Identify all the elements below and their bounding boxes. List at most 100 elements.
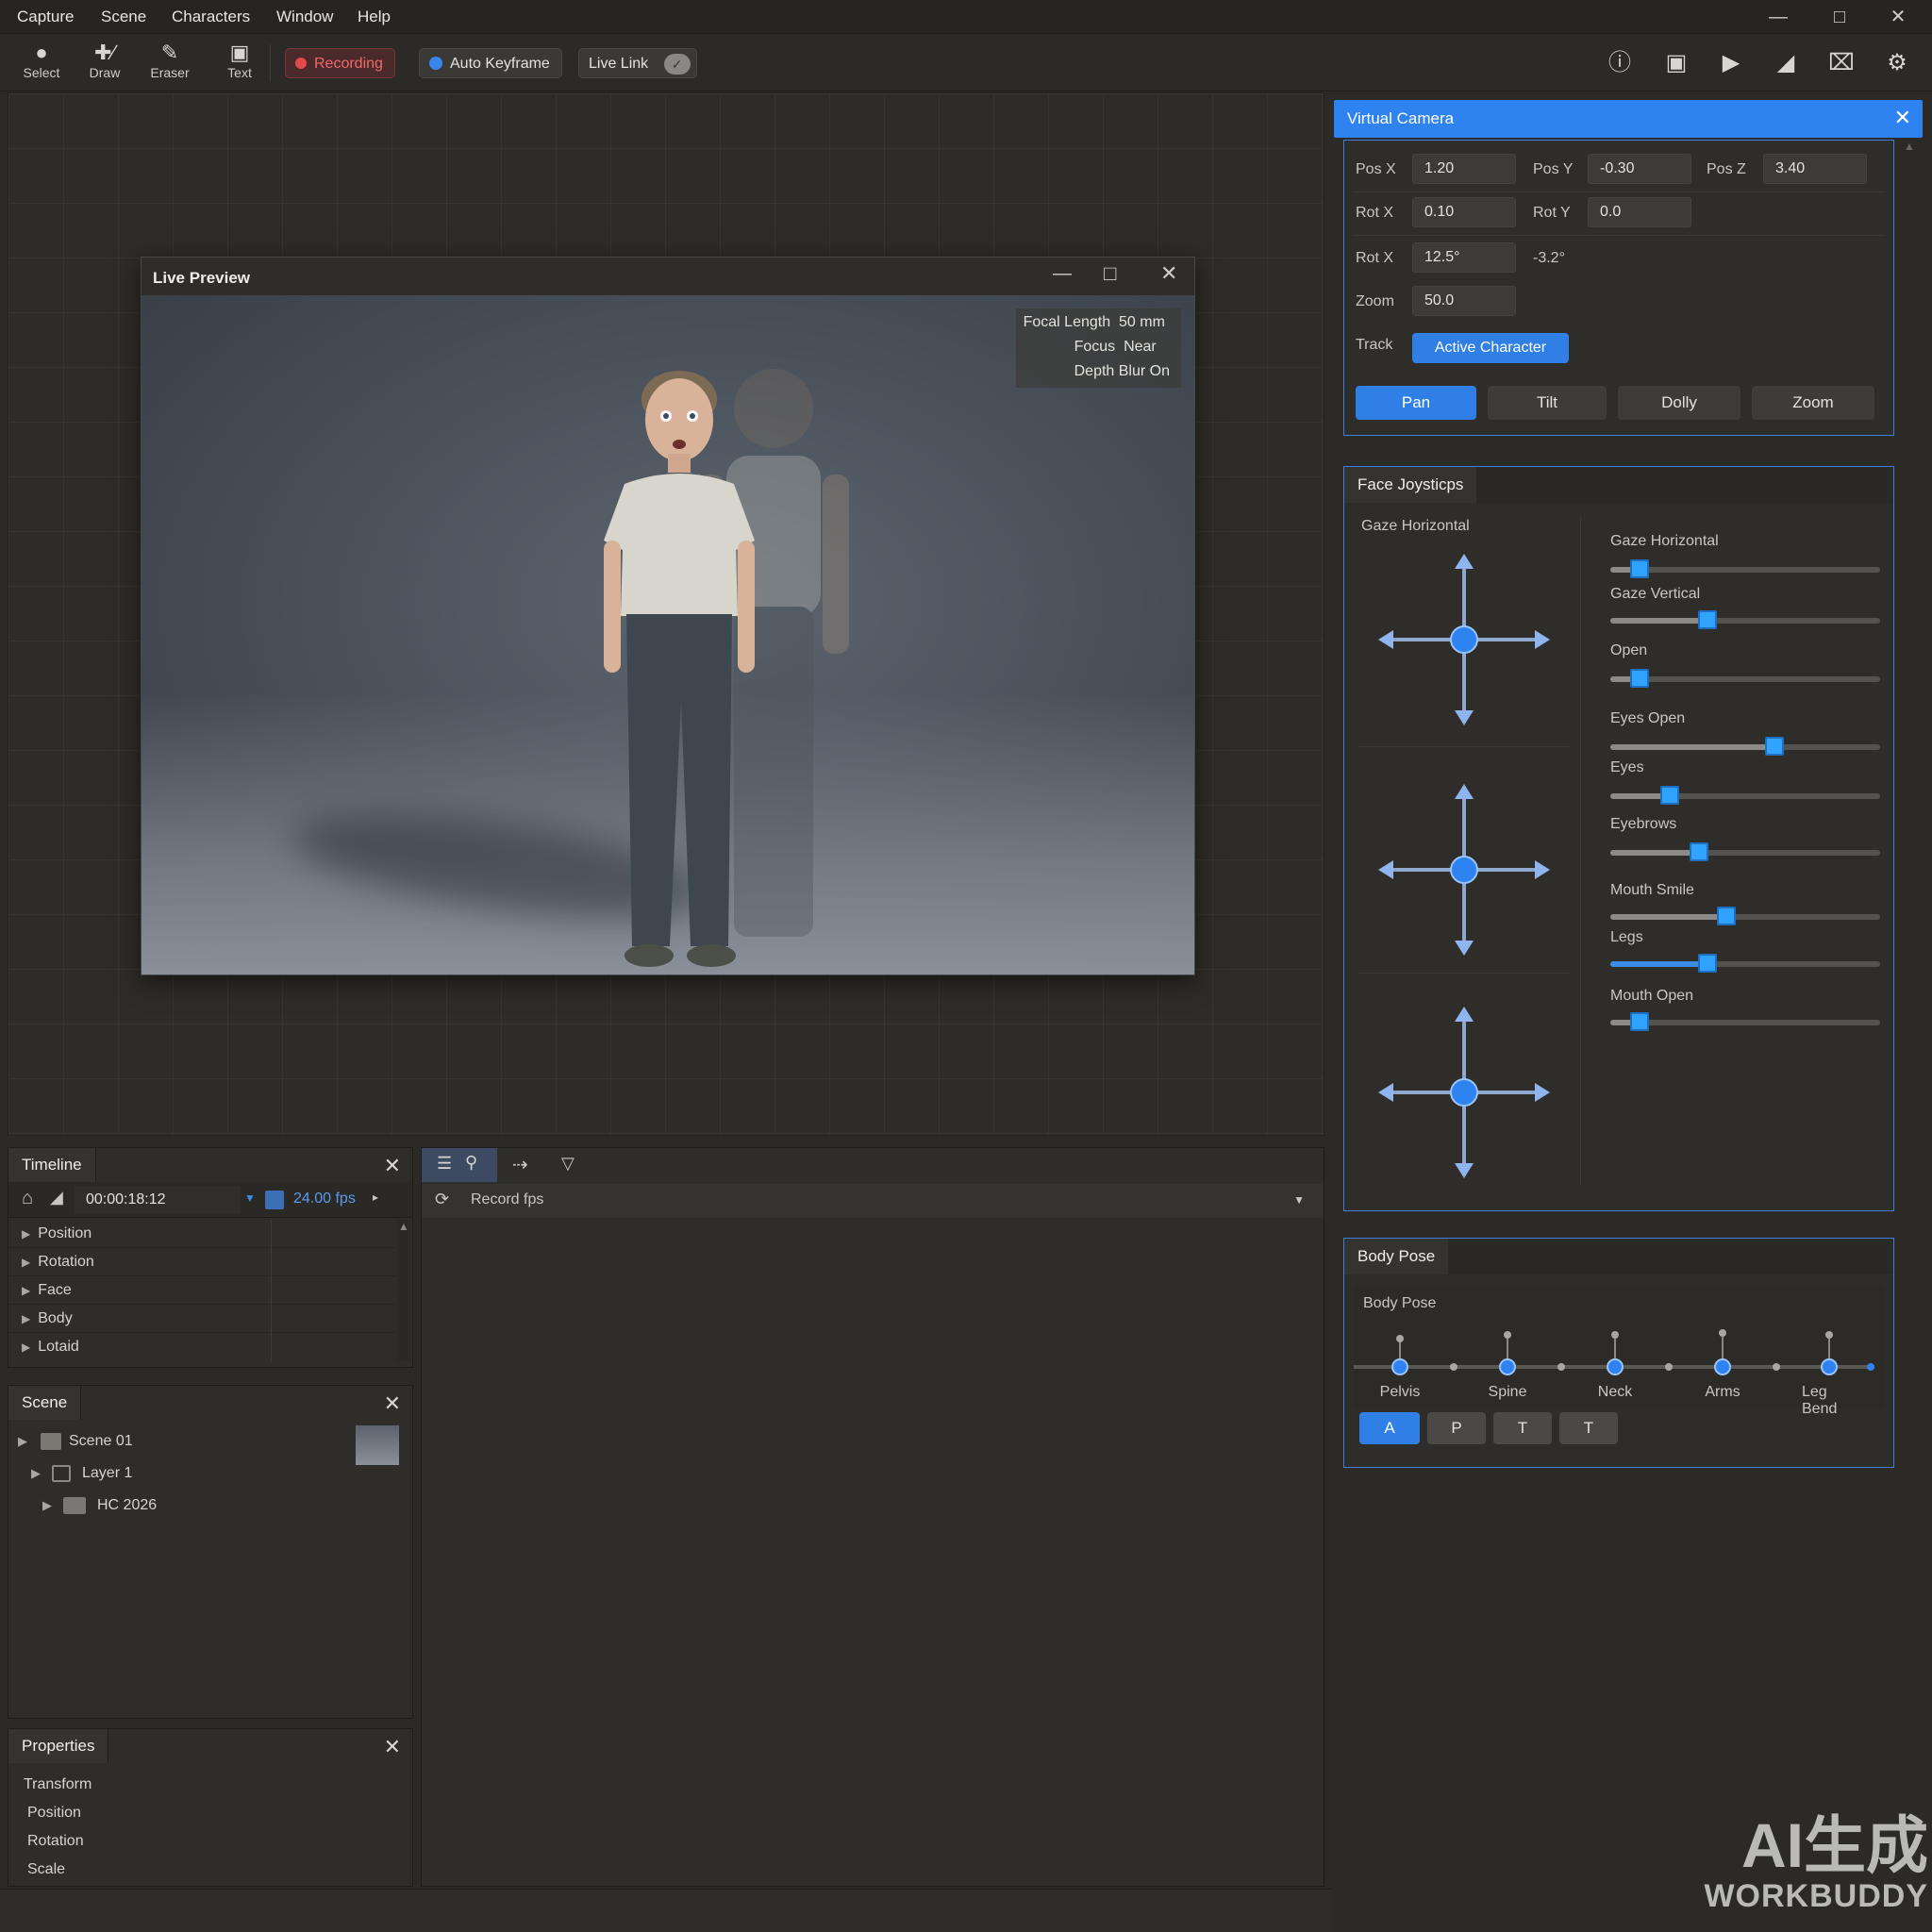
leg-bend-joint[interactable] [1821, 1358, 1838, 1375]
home-icon[interactable]: ⌂ [22, 1188, 33, 1209]
arrow-right-icon[interactable]: ⇢ [512, 1153, 528, 1176]
timeline-scrollbar[interactable]: ▲ [397, 1220, 410, 1361]
expand-icon[interactable]: ▶ [18, 1427, 27, 1456]
record-tab-active[interactable]: ☰ ⚲ [422, 1148, 497, 1182]
virtual-camera-close-icon[interactable]: ✕ [1894, 106, 1911, 130]
settings-icon[interactable]: ⚙ [1881, 47, 1913, 79]
face-slider-thumb[interactable] [1716, 907, 1736, 925]
track-target-button[interactable]: Active Character [1412, 333, 1569, 363]
face-slider[interactable] [1610, 559, 1880, 578]
face-slider[interactable] [1610, 907, 1880, 925]
neck-joint[interactable] [1607, 1358, 1624, 1375]
rot-y-field[interactable]: 0.0 [1588, 197, 1691, 227]
eyes-joystick[interactable] [1376, 782, 1552, 958]
text-tool-button[interactable]: ▣ Text [211, 41, 268, 80]
property-item[interactable]: Rotation [8, 1827, 412, 1856]
face-slider-thumb[interactable] [1690, 842, 1709, 861]
menu-help[interactable]: Help [358, 8, 391, 26]
track-row[interactable]: ▶ Face [8, 1276, 395, 1305]
body-pose-tab[interactable]: Body Pose [1344, 1239, 1449, 1274]
recording-button[interactable]: Recording [285, 48, 395, 78]
arms-joint[interactable] [1714, 1358, 1731, 1375]
briefcase-icon[interactable]: ▣ [1660, 47, 1692, 79]
face-slider[interactable] [1610, 954, 1880, 973]
live-preview-window[interactable]: Live Preview — □ ✕ Focal Length 50 mm Fo… [141, 257, 1195, 975]
pos-y-field[interactable]: -0.30 [1588, 154, 1691, 184]
face-slider[interactable] [1610, 669, 1880, 688]
pos-x-field[interactable]: 1.20 [1412, 154, 1516, 184]
preview-maximize-icon[interactable]: □ [1104, 261, 1116, 286]
scene-tree-item[interactable]: ▶ Scene 01 [8, 1425, 412, 1465]
spine-joint[interactable] [1499, 1358, 1516, 1375]
scene-close-icon[interactable]: ✕ [384, 1391, 401, 1416]
property-item[interactable]: Position [8, 1799, 412, 1827]
live-link-toggle[interactable]: Live Link ✓ [578, 48, 697, 78]
menu-capture[interactable]: Capture [17, 8, 74, 26]
track-row[interactable]: ▶ Lotaid [8, 1333, 395, 1361]
scene-tab[interactable]: Scene [8, 1386, 82, 1420]
scene-tree-item[interactable]: ▶ Layer 1 [8, 1459, 412, 1488]
menu-scene[interactable]: Scene [101, 8, 146, 26]
face-slider-thumb[interactable] [1630, 669, 1650, 688]
auto-keyframe-button[interactable]: Auto Keyframe [419, 48, 562, 78]
expand-icon[interactable]: ▶ [42, 1491, 52, 1520]
scene-tree-item[interactable]: ▶ HC 2026 [8, 1491, 412, 1520]
face-slider-thumb[interactable] [1630, 1012, 1650, 1031]
mouth-joystick[interactable] [1376, 1005, 1552, 1180]
record-fps-dropdown[interactable]: ⟳ Record fps ▼ [422, 1184, 1324, 1218]
face-slider-thumb[interactable] [1697, 954, 1717, 973]
eraser-tool-button[interactable]: ✎ Eraser [142, 41, 198, 80]
face-slider-thumb[interactable] [1630, 559, 1650, 578]
dolly-mode-button[interactable]: Dolly [1618, 386, 1740, 420]
fps-arrow-icon[interactable]: ▸ [373, 1191, 378, 1204]
close-icon[interactable]: ✕ [1885, 6, 1911, 28]
joint-handle[interactable] [1396, 1335, 1404, 1342]
filter-icon[interactable]: ▽ [561, 1154, 575, 1174]
minimize-icon[interactable]: — [1765, 6, 1791, 28]
preview-close-icon[interactable]: ✕ [1160, 261, 1177, 286]
rot-x2-field[interactable]: 12.5° [1412, 242, 1516, 273]
track-row[interactable]: ▶ Rotation [8, 1248, 395, 1276]
track-row[interactable]: ▶ Body [8, 1305, 395, 1333]
gaze-joystick[interactable] [1376, 552, 1552, 727]
timecode-field[interactable]: 00:00:18:12 [75, 1186, 241, 1214]
face-slider-thumb[interactable] [1765, 737, 1785, 756]
play-icon[interactable]: ▶ [1715, 47, 1747, 79]
timeline-tab[interactable]: Timeline [8, 1148, 96, 1182]
expand-icon[interactable]: ▶ [31, 1459, 41, 1488]
face-slider[interactable] [1610, 1012, 1880, 1031]
face-slider-thumb[interactable] [1659, 786, 1679, 805]
pelvis-joint[interactable] [1391, 1358, 1408, 1375]
menu-window[interactable]: Window [276, 8, 333, 26]
face-slider[interactable] [1610, 842, 1880, 861]
zoom-field[interactable]: 50.0 [1412, 286, 1516, 316]
pose-preset-t2-button[interactable]: T [1559, 1412, 1618, 1444]
face-slider[interactable] [1610, 610, 1880, 629]
rot-x-field[interactable]: 0.10 [1412, 197, 1516, 227]
timecode-dropdown-icon[interactable]: ▼ [244, 1191, 256, 1205]
property-item[interactable]: Transform [8, 1771, 412, 1799]
joint-handle[interactable] [1611, 1331, 1619, 1339]
info-icon[interactable]: ⓘ [1604, 47, 1636, 79]
draw-tool-button[interactable]: ✚∕ Draw [76, 41, 133, 80]
scroll-up-icon[interactable]: ▲ [398, 1220, 409, 1233]
face-slider[interactable] [1610, 737, 1880, 756]
fps-value[interactable]: 24.00 fps [293, 1191, 356, 1208]
joint-handle[interactable] [1719, 1329, 1726, 1337]
maximize-icon[interactable]: □ [1826, 6, 1853, 28]
joint-handle[interactable] [1825, 1331, 1833, 1339]
properties-tab[interactable]: Properties [8, 1729, 109, 1763]
image-icon[interactable]: ◢ [1770, 47, 1802, 79]
select-tool-button[interactable]: ● Select [13, 41, 70, 80]
face-slider[interactable] [1610, 786, 1880, 805]
crop-icon[interactable]: ⌧ [1825, 47, 1857, 79]
timeline-close-icon[interactable]: ✕ [384, 1154, 401, 1178]
pos-z-field[interactable]: 3.40 [1763, 154, 1867, 184]
zoom-mode-button[interactable]: Zoom [1752, 386, 1874, 420]
joint-handle[interactable] [1504, 1331, 1511, 1339]
property-item[interactable]: Scale [8, 1856, 412, 1884]
properties-close-icon[interactable]: ✕ [384, 1735, 401, 1759]
preview-viewport[interactable]: Focal Length 50 mm Focus Near Depth Blur… [142, 295, 1194, 974]
pan-mode-button[interactable]: Pan [1356, 386, 1476, 420]
face-joysticks-tab[interactable]: Face Joysticps [1344, 467, 1477, 503]
